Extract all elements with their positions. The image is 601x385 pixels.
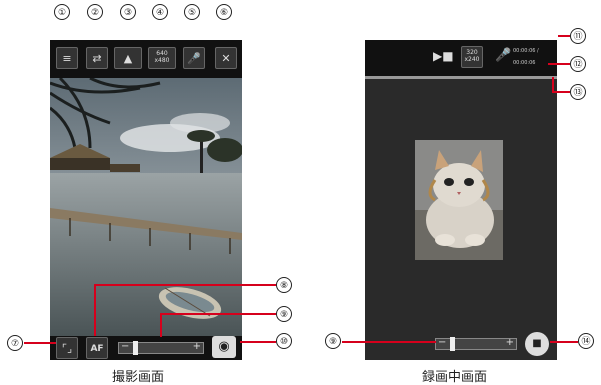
leader-line-9	[160, 313, 276, 315]
recording-toolbar: ▶■ 320 x240 🎤 00:00:06 / 00:00:06	[365, 40, 557, 76]
stop-button[interactable]: ■	[525, 332, 549, 356]
recording-bottombar: − + ■	[365, 330, 557, 360]
zoom-minus-label: −	[121, 341, 130, 352]
elapsed-time: 00:00:06 /	[513, 48, 539, 54]
zoom-minus-label: −	[438, 337, 447, 348]
recording-screen: ▶■ 320 x240 🎤 00:00:06 / 00:00:06 − + ■	[365, 40, 557, 360]
focus-frame-icon[interactable]: ⌜⌟	[56, 337, 78, 359]
leader-line-14	[550, 341, 578, 343]
resolution-label: 640 x480	[154, 50, 170, 64]
leader-line-13	[552, 91, 570, 93]
callout-1: ①	[54, 4, 70, 20]
switch-camera-icon[interactable]: ⇄	[86, 47, 108, 69]
leader-line-8	[94, 284, 276, 286]
callout-9: ⑨	[276, 306, 292, 322]
callout-13: ⑬	[570, 84, 586, 100]
leader-line-10	[240, 341, 276, 343]
callout-5: ⑤	[184, 4, 200, 20]
leader-line-11	[558, 35, 570, 37]
callout-4: ④	[152, 4, 168, 20]
callout-3: ③	[120, 4, 136, 20]
cat-preview	[415, 140, 503, 260]
zoom-slider[interactable]: − +	[435, 337, 517, 351]
zoom-thumb[interactable]	[133, 341, 138, 355]
leader-line-13-v	[552, 77, 554, 91]
resolution-button[interactable]: 640 x480	[148, 47, 176, 69]
camera-toolbar: ≡ ⇄ ▲ 640 x480 🎤 ✕	[50, 40, 242, 78]
leader-line-8-v	[94, 284, 96, 336]
zoom-plus-label: +	[505, 337, 514, 348]
callout-12: ⑫	[570, 56, 586, 72]
video-camera-icon: ▶■	[433, 49, 454, 63]
callout-10: ⑩	[276, 333, 292, 349]
microphone-icon: 🎤	[495, 48, 512, 63]
zoom-plus-label: +	[192, 341, 201, 352]
camera-screen: ≡ ⇄ ▲ 640 x480 🎤 ✕ ⌜⌟ AF − + ◉	[50, 40, 242, 360]
callout-6: ⑥	[216, 4, 232, 20]
callout-11: ⑪	[570, 28, 586, 44]
zoom-thumb[interactable]	[450, 337, 455, 351]
camera-preview	[50, 78, 242, 336]
leader-line-7	[24, 342, 56, 344]
callout-7: ⑦	[7, 335, 23, 351]
callout-8: ⑧	[276, 277, 292, 293]
zoom-slider[interactable]: − +	[118, 341, 204, 355]
microphone-icon[interactable]: 🎤	[183, 47, 205, 69]
callout-9b: ⑨	[325, 333, 341, 349]
leader-line-12	[548, 63, 570, 65]
menu-icon[interactable]: ≡	[56, 47, 78, 69]
callout-2: ②	[87, 4, 103, 20]
resolution-indicator: 320 x240	[461, 46, 483, 68]
leader-line-9b	[342, 341, 436, 343]
camera-bottombar: ⌜⌟ AF − + ◉	[50, 336, 242, 360]
leader-line-9-v	[160, 313, 162, 337]
recording-progress-bar	[365, 76, 557, 79]
af-button[interactable]: AF	[86, 337, 108, 359]
close-icon[interactable]: ✕	[215, 47, 237, 69]
caption-recording: 録画中画面	[422, 370, 488, 385]
callout-14: ⑭	[578, 333, 594, 349]
resolution-label: 320 x240	[464, 49, 480, 63]
caption-camera: 撮影画面	[112, 370, 165, 385]
scene-icon[interactable]: ▲	[114, 47, 142, 69]
remaining-time: 00:00:06	[513, 60, 536, 66]
shutter-button[interactable]: ◉	[212, 336, 236, 358]
